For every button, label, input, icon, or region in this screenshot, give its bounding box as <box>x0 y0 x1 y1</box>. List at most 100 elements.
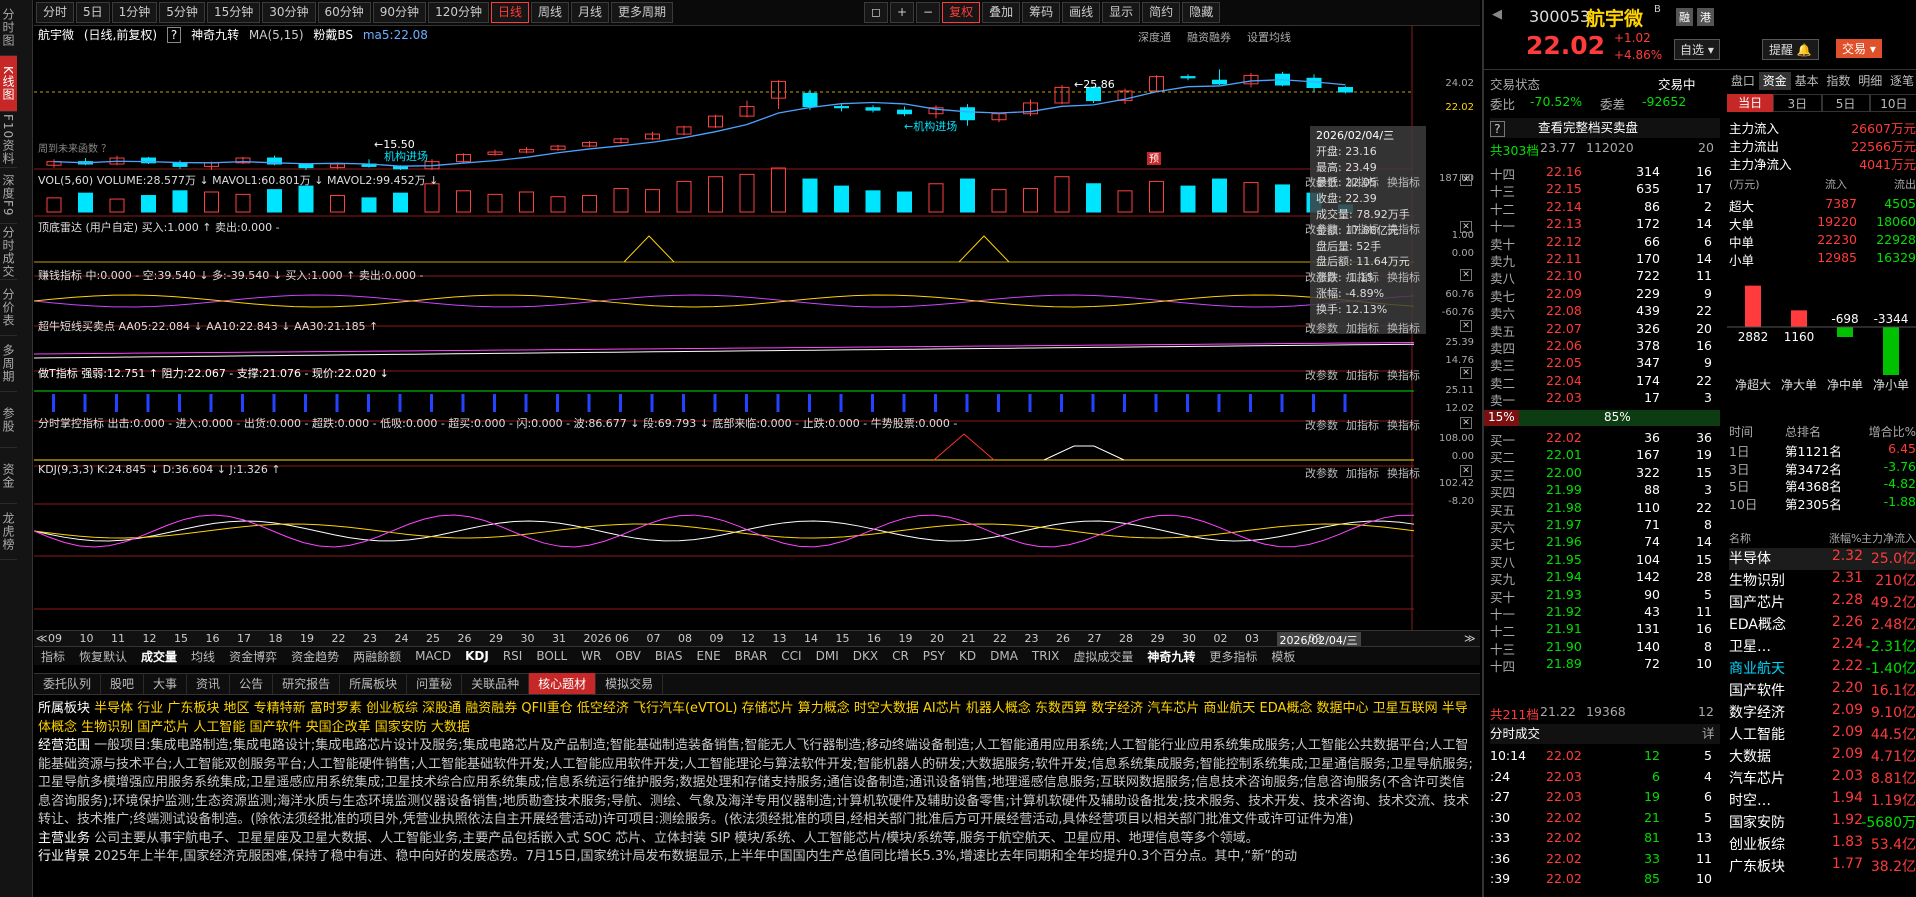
info-tab-1[interactable]: 股吧 <box>101 673 145 694</box>
buy-level[interactable]: 买三 22.00 322 15 <box>1490 465 1720 483</box>
left-tab-9[interactable]: 龙虎榜 <box>0 504 17 560</box>
panel-action[interactable]: 加指标 <box>1346 419 1379 432</box>
zoom-icon-2[interactable]: − <box>916 2 941 23</box>
cf-tab[interactable]: 明细 <box>1854 72 1886 90</box>
buy-level[interactable]: 买一 22.02 36 36 <box>1490 430 1720 448</box>
sector-row[interactable]: 卫星… 2.24 -2.31亿 <box>1729 636 1916 658</box>
period-button-0[interactable]: 分时 <box>36 2 75 23</box>
gang-badge[interactable]: 港 <box>1697 8 1714 26</box>
panel-action[interactable]: 改参数 <box>1305 176 1338 189</box>
ind-tab-13[interactable]: BIAS <box>648 649 690 663</box>
toolbar-right-1[interactable]: 叠加 <box>982 2 1021 23</box>
left-tab-4[interactable]: 分时成交 <box>0 224 17 280</box>
info-tab-9[interactable]: 核心题材 <box>529 673 597 694</box>
left-tab-2[interactable]: F10资料 <box>0 112 17 168</box>
ind-tab-0[interactable]: 指标 <box>34 648 72 665</box>
info-tab-3[interactable]: 资讯 <box>187 673 231 694</box>
rong-badge[interactable]: 融 <box>1676 8 1693 26</box>
buy-level[interactable]: 买四 21.99 88 3 <box>1490 482 1720 500</box>
sell-level[interactable]: 卖一 22.03 17 3 <box>1490 390 1720 408</box>
ind-tab-9[interactable]: RSI <box>496 649 530 663</box>
info-tab-4[interactable]: 公告 <box>230 673 274 694</box>
sector-row[interactable]: 国产芯片 2.28 49.2亿 <box>1729 592 1916 614</box>
toolbar-right-2[interactable]: 筹码 <box>1022 2 1061 23</box>
sector-row[interactable]: 汽车芯片 2.03 8.81亿 <box>1729 768 1916 790</box>
candle-body[interactable] <box>897 109 912 115</box>
candle-body[interactable] <box>960 107 975 121</box>
info-tab-0[interactable]: 委托队列 <box>34 673 102 694</box>
sector-row[interactable]: 时空… 1.94 1.19亿 <box>1729 790 1916 812</box>
sell-level[interactable]: 十一 22.13 172 14 <box>1490 216 1720 234</box>
close-icon[interactable]: ✕ <box>1460 174 1472 186</box>
ind-tab-7[interactable]: MACD <box>408 649 458 663</box>
buy-level[interactable]: 十二 21.91 131 16 <box>1490 621 1720 639</box>
period-button-1[interactable]: 5日 <box>76 2 110 23</box>
candle-body[interactable] <box>1180 76 1196 79</box>
sell-level[interactable]: 卖四 22.06 378 16 <box>1490 338 1720 356</box>
sector-row[interactable]: 创业板综 1.83 53.4亿 <box>1729 834 1916 856</box>
candle-body[interactable] <box>1338 87 1353 93</box>
candle-body[interactable] <box>834 106 849 109</box>
ind-tab-18[interactable]: DKX <box>846 649 885 663</box>
sector-row[interactable]: EDA概念 2.26 2.48亿 <box>1729 614 1916 636</box>
ind-tab-14[interactable]: ENE <box>690 649 728 663</box>
trades-more-button[interactable]: 详 <box>1702 724 1715 744</box>
close-icon[interactable]: ✕ <box>1460 417 1472 429</box>
ind-tab-5[interactable]: 资金趋势 <box>284 648 346 665</box>
cf-tab[interactable]: 基本 <box>1791 72 1823 90</box>
panel-action[interactable]: 换指标 <box>1387 419 1420 432</box>
panel-action[interactable]: 改参数 <box>1305 419 1338 432</box>
alert-button[interactable]: 提醒 🔔 <box>1762 39 1819 60</box>
info-tab-8[interactable]: 关联品种 <box>462 673 530 694</box>
cf-tab[interactable]: 盘口 <box>1727 72 1759 90</box>
period-button-7[interactable]: 90分钟 <box>372 2 427 23</box>
sell-level[interactable]: 卖三 22.05 347 9 <box>1490 355 1720 373</box>
buy-level[interactable]: 十一 21.92 43 11 <box>1490 604 1720 622</box>
ind-tab-12[interactable]: OBV <box>608 649 648 663</box>
period-button-9[interactable]: 日线 <box>490 2 529 23</box>
buy-level[interactable]: 十三 21.90 140 8 <box>1490 639 1720 657</box>
left-tab-1[interactable]: K线图 <box>0 56 17 112</box>
panel-action[interactable]: 换指标 <box>1387 467 1420 480</box>
panel-action[interactable]: 加指标 <box>1346 271 1379 284</box>
cf-subtab[interactable]: 10日 <box>1869 94 1916 112</box>
info-tab-5[interactable]: 研究报告 <box>273 673 341 694</box>
ind-tab-10[interactable]: BOLL <box>529 649 574 663</box>
panel-action[interactable]: 改参数 <box>1305 322 1338 335</box>
cf-subtab[interactable]: 3日 <box>1773 94 1822 112</box>
sector-row[interactable]: 大数据 2.09 4.71亿 <box>1729 746 1916 768</box>
ind-tab-4[interactable]: 资金博弈 <box>222 648 284 665</box>
ind-tab-6[interactable]: 两融餘额 <box>346 648 408 665</box>
ind-tab-23[interactable]: TRIX <box>1025 649 1066 663</box>
ind-tab-16[interactable]: CCI <box>774 649 808 663</box>
sell-level[interactable]: 卖七 22.09 229 9 <box>1490 286 1720 304</box>
buy-level[interactable]: 买十 21.93 90 5 <box>1490 587 1720 605</box>
sector-row[interactable]: 半导体 2.32 25.0亿 <box>1729 548 1916 570</box>
cf-tab[interactable]: 资金 <box>1758 72 1791 90</box>
toolbar-right-0[interactable]: 复权 <box>942 2 981 23</box>
sector-row[interactable]: 人工智能 2.09 44.5亿 <box>1729 724 1916 746</box>
close-icon[interactable]: ✕ <box>1460 269 1472 281</box>
sector-row[interactable]: 国家安防 1.92 -5680万 <box>1729 812 1916 834</box>
panel-action[interactable]: 改参数 <box>1305 223 1338 236</box>
panel-action[interactable]: 加指标 <box>1346 322 1379 335</box>
sell-level[interactable]: 十二 22.14 86 2 <box>1490 199 1720 217</box>
cf-subtab[interactable]: 当日 <box>1727 94 1774 112</box>
candle-body[interactable] <box>802 92 818 108</box>
candle-body[interactable] <box>1212 79 1227 85</box>
panel-action[interactable]: 改参数 <box>1305 467 1338 480</box>
toolbar-right-5[interactable]: 简约 <box>1142 2 1181 23</box>
close-icon[interactable]: ✕ <box>1460 465 1472 477</box>
period-button-11[interactable]: 月线 <box>571 2 610 23</box>
sector-row[interactable]: 数字经济 2.09 9.10亿 <box>1729 702 1916 724</box>
sell-level[interactable]: 十三 22.15 635 17 <box>1490 181 1720 199</box>
candle-body[interactable] <box>298 163 314 169</box>
cf-subtab[interactable]: 5日 <box>1821 94 1870 112</box>
buy-level[interactable]: 买二 22.01 167 19 <box>1490 447 1720 465</box>
scroll-left-icon[interactable]: ≪ <box>36 632 48 645</box>
ind-tab-15[interactable]: BRAR <box>728 649 775 663</box>
back-arrow-icon[interactable]: ◀ <box>1492 7 1502 22</box>
ind-tab-2[interactable]: 成交量 <box>134 648 184 665</box>
ind-tab-8[interactable]: KDJ <box>458 649 496 663</box>
ind-tab-20[interactable]: PSY <box>916 649 952 663</box>
